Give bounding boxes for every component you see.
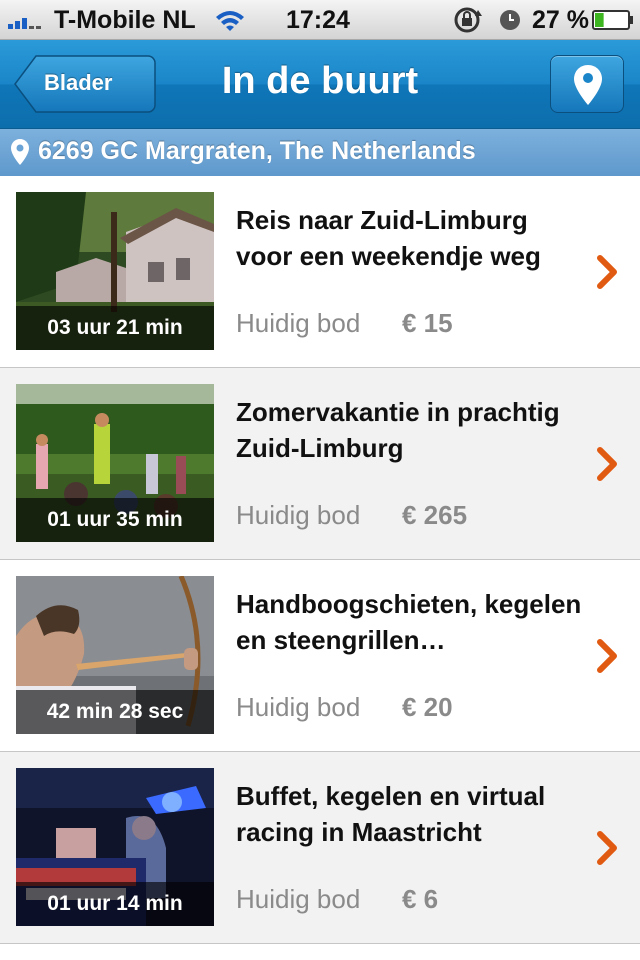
current-bid-label: Huidig bod: [236, 692, 361, 722]
signal-icon: [8, 18, 41, 29]
listing-image: 03 uur 21 min: [16, 192, 214, 350]
listing-image: 01 uur 35 min: [16, 384, 214, 542]
location-text: 6269 GC Margraten, The Netherlands: [38, 137, 476, 165]
current-bid-value: € 20: [402, 692, 453, 722]
time-remaining: 03 uur 21 min: [16, 306, 214, 350]
list-item[interactable]: 42 min 28 sec Handboogschieten, kegelen …: [0, 560, 640, 752]
list-item[interactable]: 01 uur 35 min Zomervakantie in prachtig …: [0, 368, 640, 560]
list-item[interactable]: 03 uur 21 min Reis naar Zuid-Limburg voo…: [0, 176, 640, 368]
location-button[interactable]: [550, 55, 624, 113]
time-remaining: 01 uur 35 min: [16, 498, 214, 542]
status-time: 17:24: [286, 6, 350, 34]
navigation-bar: Blader In de buurt: [0, 40, 640, 129]
current-bid-label: Huidig bod: [236, 500, 361, 530]
listing-image: 01 uur 14 min: [16, 768, 214, 926]
page-title: In de buurt: [221, 60, 419, 102]
current-bid-value: € 6: [402, 884, 439, 914]
location-bar: 6269 GC Margraten, The Netherlands: [0, 129, 640, 177]
carrier-name: T-Mobile NL: [54, 6, 196, 34]
listing-title: Reis naar Zuid-Limburg voor een weekendj…: [236, 205, 541, 271]
rotation-lock-icon: [454, 7, 482, 33]
current-bid-value: € 265: [402, 500, 468, 530]
listing-title: Buffet, kegelen en virtual racing in Maa…: [236, 781, 546, 847]
current-bid-label: Huidig bod: [236, 308, 361, 338]
listing-title: Zomervakantie in prachtig Zuid-Limburg: [236, 397, 560, 463]
chevron-right-icon: [597, 639, 617, 673]
chevron-right-icon: [597, 447, 617, 481]
listing-image: 42 min 28 sec: [16, 576, 214, 734]
wifi-icon: [216, 11, 244, 31]
current-bid-value: € 15: [402, 308, 453, 338]
listing-title: Handboogschieten, kegelen en steengrille…: [236, 589, 582, 655]
chevron-right-icon: [597, 831, 617, 865]
map-pin-icon: [574, 65, 602, 105]
listings-list: 03 uur 21 min Reis naar Zuid-Limburg voo…: [0, 176, 640, 944]
battery-icon: [592, 10, 633, 30]
time-remaining: 01 uur 14 min: [16, 882, 214, 926]
current-bid-label: Huidig bod: [236, 884, 361, 914]
battery-percentage: 27 %: [532, 6, 589, 34]
alarm-icon: [500, 10, 520, 30]
chevron-right-icon: [597, 255, 617, 289]
status-bar: T-Mobile NL 17:24 27 %: [0, 0, 640, 40]
location-pin-icon: [11, 139, 29, 165]
time-remaining: 42 min 28 sec: [16, 690, 214, 734]
list-item[interactable]: 01 uur 14 min Buffet, kegelen en virtual…: [0, 752, 640, 944]
